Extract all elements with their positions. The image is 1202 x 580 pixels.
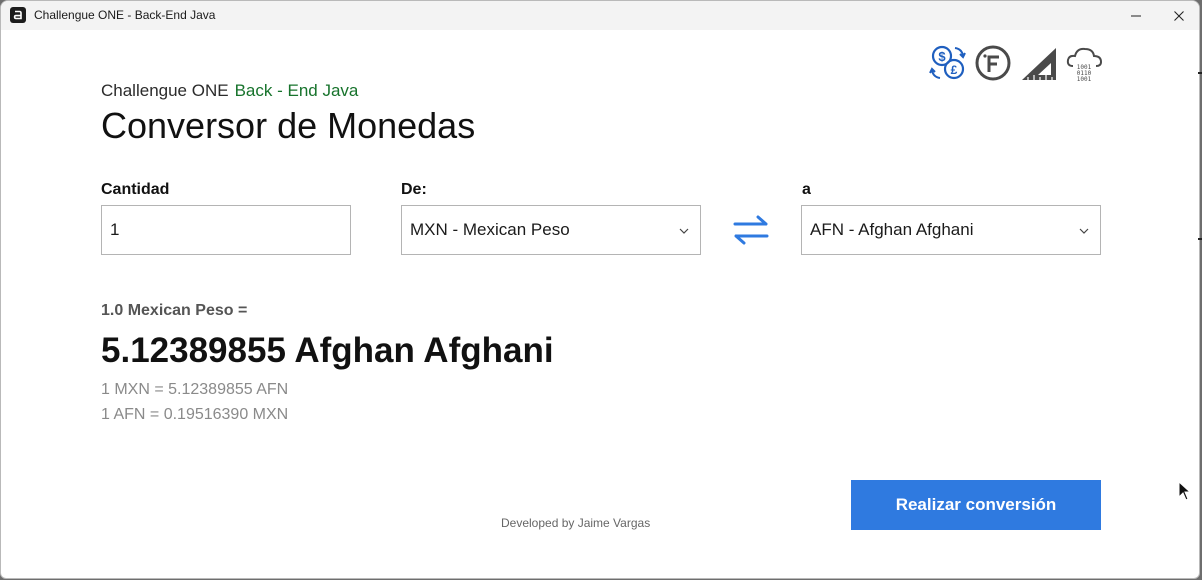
svg-text:$: $ [938,49,946,64]
app-window: Challengue ONE - Back-End Java $ £ 1001 … [0,0,1200,579]
result-converted-amount: 5.12389855 Afghan Afghani [101,331,554,370]
chevron-down-icon [679,228,689,234]
subtitle-accent: Back - End Java [234,81,359,100]
from-currency-label: De: [401,181,427,198]
swap-currencies-button[interactable] [730,211,772,249]
amount-input[interactable]: 1 [101,205,351,255]
page-title: Conversor de Monedas [101,105,476,146]
to-currency-value: AFN - Afghan Afghani [810,220,974,239]
rate-reverse: 1 AFN = 0.19516390 MXN [101,406,289,423]
title-bar[interactable]: Challengue ONE - Back-End Java [1,1,1199,30]
rate-forward: 1 MXN = 5.12389855 AFN [101,381,289,398]
app-logo-icon [10,7,26,23]
swap-arrows-icon [733,215,769,245]
chevron-down-icon [1079,228,1089,234]
cloud-binary-icon: 1001 0110 1001 [1066,47,1103,82]
window-title: Challengue ONE - Back-End Java [34,8,216,22]
to-currency-label: a [802,181,811,198]
from-currency-value: MXN - Mexican Peso [410,220,570,239]
close-icon [1174,10,1184,21]
mouse-cursor-icon [1178,481,1192,501]
minimize-icon [1131,15,1141,16]
f-circle-icon [975,45,1011,81]
minimize-button[interactable] [1113,1,1159,30]
developer-credit: Developed by Jaime Vargas [501,516,651,530]
edge-mark [1198,72,1202,74]
from-currency-select[interactable]: MXN - Mexican Peso [401,205,701,255]
edge-mark [1198,238,1202,240]
svg-text:£: £ [951,63,958,77]
amount-label: Cantidad [101,181,170,198]
subtitle-prefix: Challengue ONE [101,81,229,100]
to-currency-select[interactable]: AFN - Afghan Afghani [801,205,1101,255]
result-source-amount: 1.0 Mexican Peso = [101,302,248,319]
svg-text:1001: 1001 [1077,76,1092,82]
app-subtitle: Challengue ONE Back - End Java [101,81,358,101]
amount-value: 1 [110,220,120,239]
set-square-icon [1022,48,1056,80]
convert-button[interactable]: Realizar conversión [851,480,1101,530]
close-button[interactable] [1156,1,1199,30]
currency-exchange-icon: $ £ [929,45,966,80]
